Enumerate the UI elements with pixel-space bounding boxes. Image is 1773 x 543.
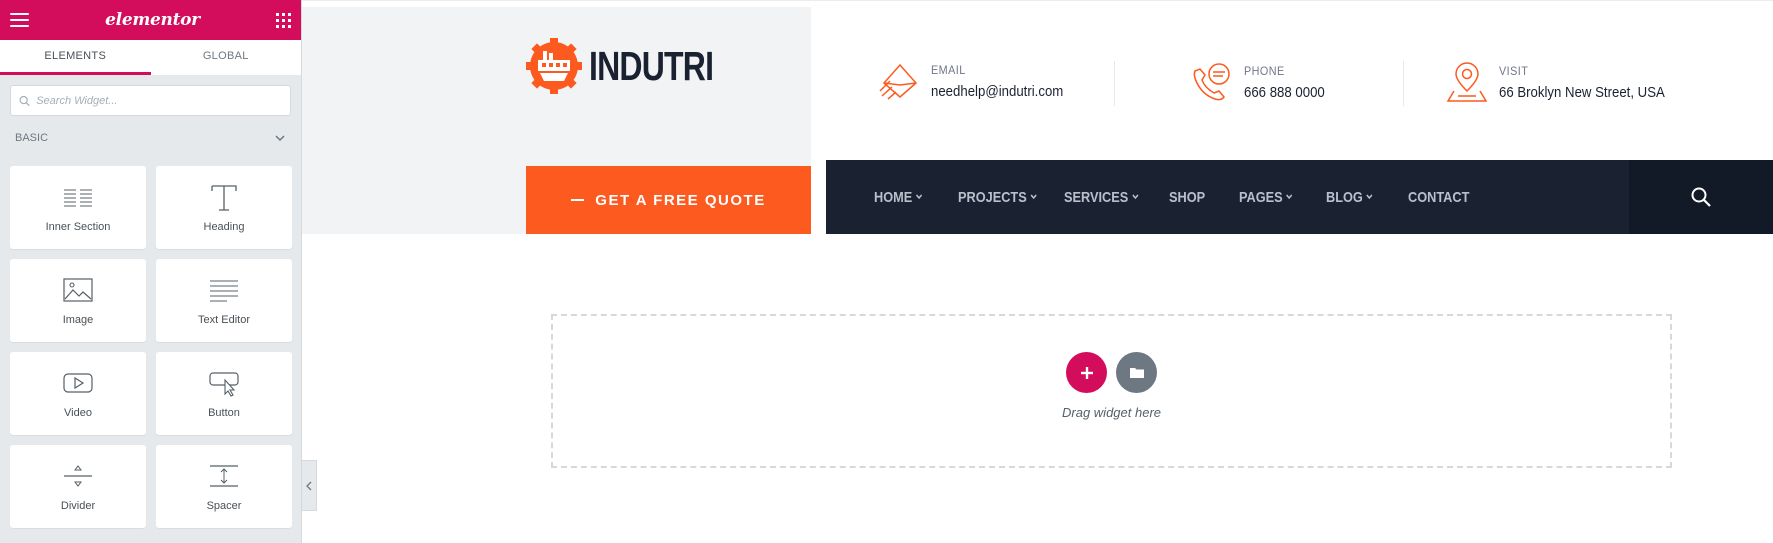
chevron-down-icon <box>275 134 285 141</box>
nav-contact[interactable]: CONTACT <box>1408 189 1469 206</box>
spacer-icon <box>210 465 238 487</box>
tab-elements[interactable]: ELEMENTS <box>0 40 151 75</box>
nav-label: PAGES <box>1239 188 1283 206</box>
elementor-panel: elementor ELEMENTS GLOBAL BASIC Inner Se… <box>0 0 302 543</box>
heading-icon <box>211 185 237 211</box>
phone-chat-icon <box>1193 63 1230 101</box>
inner-section-icon <box>64 189 92 207</box>
widget-heading[interactable]: Heading <box>156 166 292 249</box>
widget-label: Divider <box>60 500 96 512</box>
editor-canvas: INDUTRI GET A FREE QUOTE EMAIL needhelp@… <box>302 0 1773 543</box>
widget-label: Button <box>208 407 240 419</box>
widget-video[interactable]: Video <box>10 352 146 435</box>
factory-gear-icon <box>526 38 582 94</box>
widget-search <box>10 85 291 116</box>
chevron-down-icon <box>1030 194 1037 200</box>
contact-label: PHONE <box>1244 63 1285 78</box>
widget-divider[interactable]: Divider <box>10 445 146 528</box>
widget-grid: Inner Section Heading Image Text Editor <box>0 160 301 528</box>
panel-tabs: ELEMENTS GLOBAL <box>0 40 301 75</box>
chevron-down-icon <box>1286 194 1293 200</box>
video-icon <box>63 373 93 393</box>
chevron-down-icon <box>1366 194 1373 200</box>
nav-services[interactable]: SERVICES <box>1064 189 1153 206</box>
site-search-button[interactable] <box>1629 160 1773 234</box>
widget-label: Image <box>62 314 94 326</box>
category-basic[interactable]: BASIC <box>0 116 301 160</box>
widget-text-editor[interactable]: Text Editor <box>156 259 292 342</box>
plus-icon <box>1080 366 1093 379</box>
button-icon <box>209 372 239 397</box>
contact-visit: VISIT 66 Broklyn New Street, USA <box>1446 61 1687 103</box>
widget-label: Text Editor <box>198 314 250 326</box>
chevron-down-icon <box>916 194 923 200</box>
divider-icon <box>64 465 92 487</box>
divider <box>1403 61 1404 106</box>
divider <box>1114 61 1115 106</box>
nav-label: BLOG <box>1326 188 1363 206</box>
widget-button[interactable]: Button <box>156 352 292 435</box>
contact-label: EMAIL <box>931 62 966 77</box>
quote-button-label: GET A FREE QUOTE <box>595 191 766 209</box>
elementor-logo: elementor <box>105 10 200 30</box>
search-icon <box>19 95 30 106</box>
address-value[interactable]: 66 Broklyn New Street, USA <box>1499 84 1665 101</box>
nav-label: HOME <box>874 188 913 206</box>
panel-header: elementor <box>0 0 301 40</box>
widget-label: Inner Section <box>45 221 111 233</box>
nav-label: PROJECTS <box>958 188 1027 206</box>
email-value[interactable]: needhelp@indutri.com <box>931 83 1063 100</box>
contact-phone: PHONE 666 888 0000 <box>1191 61 1336 103</box>
chevron-down-icon <box>1132 194 1139 200</box>
add-section-button[interactable] <box>1066 352 1107 393</box>
search-widget-input[interactable] <box>36 94 282 107</box>
nav-label: CONTACT <box>1408 188 1470 206</box>
widget-spacer[interactable]: Spacer <box>156 445 292 528</box>
nav-projects[interactable]: PROJECTS <box>958 189 1048 206</box>
dash-icon <box>571 199 585 201</box>
nav-shop[interactable]: SHOP <box>1169 189 1229 206</box>
contact-email: EMAIL needhelp@indutri.com <box>878 61 1081 101</box>
widget-image[interactable]: Image <box>10 259 146 342</box>
contact-label: VISIT <box>1499 63 1529 78</box>
nav-label: SHOP <box>1169 188 1206 206</box>
envelope-icon <box>879 63 918 100</box>
menu-icon[interactable] <box>10 13 29 27</box>
nav-pages[interactable]: PAGES <box>1239 189 1313 206</box>
nav-home[interactable]: HOME <box>874 189 945 206</box>
widget-label: Spacer <box>206 500 242 512</box>
logo-wordmark: INDUTRI <box>589 42 714 89</box>
nav-label: SERVICES <box>1064 188 1129 206</box>
phone-value[interactable]: 666 888 0000 <box>1244 84 1325 101</box>
main-navigation: HOME PROJECTS SERVICES SHOP PAGES BLOG C… <box>826 160 1629 234</box>
widget-label: Heading <box>203 221 245 233</box>
add-template-button[interactable] <box>1116 352 1157 393</box>
widget-label: Video <box>64 407 92 419</box>
tab-global[interactable]: GLOBAL <box>151 40 302 75</box>
image-icon <box>63 278 93 302</box>
category-label: BASIC <box>15 132 49 144</box>
drop-hint: Drag widget here <box>1062 405 1161 420</box>
site-logo[interactable]: INDUTRI <box>525 37 748 95</box>
widget-inner-section[interactable]: Inner Section <box>10 166 146 249</box>
nav-blog[interactable]: BLOG <box>1326 189 1396 206</box>
empty-section-dropzone[interactable]: Drag widget here <box>551 314 1672 468</box>
text-editor-icon <box>210 280 238 302</box>
map-pin-icon <box>1446 62 1488 102</box>
widgets-grid-icon[interactable] <box>275 12 291 28</box>
folder-icon <box>1129 368 1144 378</box>
search-icon <box>1691 187 1711 207</box>
get-quote-button[interactable]: GET A FREE QUOTE <box>526 166 811 234</box>
